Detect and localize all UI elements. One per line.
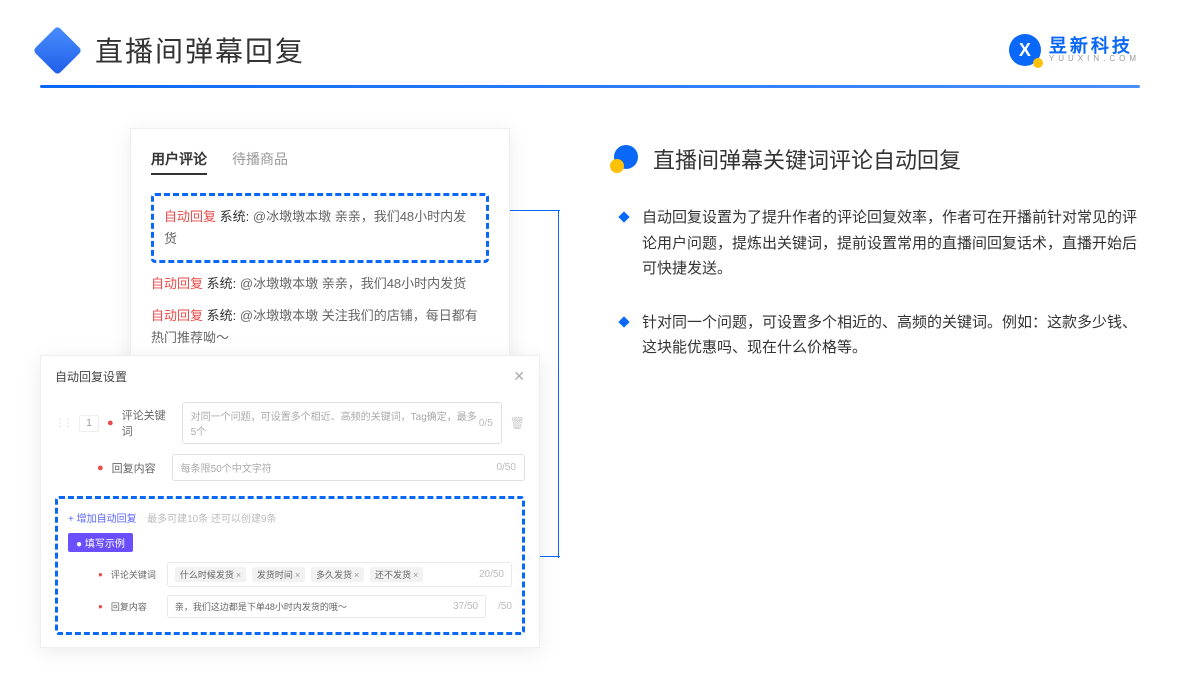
keyword-tag[interactable]: 发货时间× [252,567,305,582]
cube-icon [33,25,82,74]
example-keyword-row: ● 评论关键词 什么时候发货× 发货时间× 多久发货× 还不发货× 20/50 [68,558,512,591]
example-ct-label: 回复内容 [111,600,159,613]
example-content-text: 亲，我们这边都是下单48小时内发货的哦～ [175,600,347,613]
logo-name: 昱新科技 [1049,37,1140,55]
auto-reply-tag: 自动回复 [164,209,216,224]
dialog-header: 自动回复设置 ✕ [55,368,525,385]
required-dot: ● [107,417,114,429]
section-title: 直播间弹幕关键词评论自动回复 [653,143,961,175]
comment-row: 自动回复 系统: @冰墩墩本墩 亲亲，我们48小时内发货 [164,206,476,250]
screenshot-panel: 用户评论 待播商品 自动回复 系统: @冰墩墩本墩 亲亲，我们48小时内发货 自… [40,128,560,648]
example-content-input[interactable]: 亲，我们这边都是下单48小时内发货的哦～ 37/50 [167,595,486,618]
required-dot: ● [98,602,103,611]
section-header: 直播间弹幕关键词评论自动回复 [610,143,1140,175]
outer-counter: /50 [498,601,512,612]
keyword-tag[interactable]: 什么时候发货× [175,567,246,582]
bullet-point: 自动回复设置为了提升作者的评论回复效率，作者可在开播前针对常见的评论用户问题，提… [610,205,1140,282]
logo-domain: YUUXIN.COM [1049,55,1140,63]
brand-logo: X 昱新科技 YUUXIN.COM [1009,34,1140,66]
connector-line [510,210,560,211]
highlighted-comment: 自动回复 系统: @冰墩墩本墩 亲亲，我们48小时内发货 [151,193,489,263]
diamond-bullet-icon [618,211,629,222]
keyword-counter: 0/5 [479,418,493,429]
content-label: 回复内容 [112,460,164,476]
content-placeholder: 每条限50个中文字符 [181,460,272,475]
card-tabs: 用户评论 待播商品 [151,149,489,175]
system-label: 系统: [207,276,237,291]
description-panel: 直播间弹幕关键词评论自动回复 自动回复设置为了提升作者的评论回复效率，作者可在开… [610,128,1140,648]
connector-line [558,210,559,558]
example-keyword-input[interactable]: 什么时候发货× 发货时间× 多久发货× 还不发货× 20/50 [167,562,512,587]
close-icon[interactable]: ✕ [513,368,525,385]
row-number: 1 [79,415,99,432]
tab-user-comments[interactable]: 用户评论 [151,149,207,175]
keyword-row: ⋮⋮ 1 ● 评论关键词 对同一个问题，可设置多个相近、高频的关键词，Tag确定… [55,397,525,449]
connector-line [538,556,560,557]
example-ct-counter: 37/50 [453,601,478,612]
drag-handle-icon[interactable]: ⋮⋮ [55,418,71,429]
content-counter: 0/50 [497,462,516,473]
example-tags: 什么时候发货× 发货时间× 多久发货× 还不发货× [175,567,426,582]
tab-pending-products[interactable]: 待播商品 [232,149,288,175]
bubble-icon [610,145,638,173]
keyword-tag[interactable]: 多久发货× [311,567,364,582]
keyword-placeholder: 对同一个问题，可设置多个相近、高频的关键词，Tag确定，最多5个 [191,408,479,438]
required-dot: ● [98,570,103,579]
comment-row: 自动回复 系统: @冰墩墩本墩 关注我们的店铺，每日都有热门推荐呦～ [151,305,489,349]
auto-reply-settings-dialog: 自动回复设置 ✕ ⋮⋮ 1 ● 评论关键词 对同一个问题，可设置多个相近、高频的… [40,355,540,648]
example-section: + 增加自动回复 最多可建10条 还可以创建9条 ● 填写示例 ● 评论关键词 … [55,496,525,635]
keyword-label: 评论关键词 [122,407,174,439]
system-label: 系统: [220,209,250,224]
example-content-row: ● 回复内容 亲，我们这边都是下单48小时内发货的哦～ 37/50 /50 [68,591,512,622]
comments-card: 用户评论 待播商品 自动回复 系统: @冰墩墩本墩 亲亲，我们48小时内发货 自… [130,128,510,380]
required-dot: ● [97,462,104,474]
add-reply-button[interactable]: + 增加自动回复 [68,514,137,525]
dialog-title: 自动回复设置 [55,368,127,385]
bullet-point: 针对同一个问题，可设置多个相近的、高频的关键词。例如：这款多少钱、这块能优惠吗、… [610,310,1140,361]
example-badge: ● 填写示例 [68,533,133,552]
bullet-text: 自动回复设置为了提升作者的评论回复效率，作者可在开播前针对常见的评论用户问题，提… [642,205,1140,282]
trash-icon[interactable]: 🗑 [510,416,525,430]
auto-reply-tag: 自动回复 [151,308,203,323]
auto-reply-tag: 自动回复 [151,276,203,291]
page-header: 直播间弹幕回复 X 昱新科技 YUUXIN.COM [0,0,1180,85]
bullet-text: 针对同一个问题，可设置多个相近的、高频的关键词。例如：这款多少钱、这块能优惠吗、… [642,310,1140,361]
content-input[interactable]: 每条限50个中文字符 0/50 [172,454,525,481]
comment-row: 自动回复 系统: @冰墩墩本墩 亲亲，我们48小时内发货 [151,273,489,295]
keyword-input[interactable]: 对同一个问题，可设置多个相近、高频的关键词，Tag确定，最多5个 0/5 [182,402,502,444]
keyword-tag[interactable]: 还不发货× [370,567,423,582]
logo-badge-icon: X [1009,34,1041,66]
diamond-bullet-icon [618,316,629,327]
example-kw-counter: 20/50 [479,569,504,580]
add-reply-hint: 最多可建10条 还可以创建9条 [147,514,276,525]
comment-text: @冰墩墩本墩 亲亲，我们48小时内发货 [240,276,466,291]
content-row: ● 回复内容 每条限50个中文字符 0/50 [55,449,525,486]
example-kw-label: 评论关键词 [111,568,159,581]
page-title: 直播间弹幕回复 [95,30,305,70]
system-label: 系统: [207,308,237,323]
add-reply-row: + 增加自动回复 最多可建10条 还可以创建9条 [68,509,512,527]
